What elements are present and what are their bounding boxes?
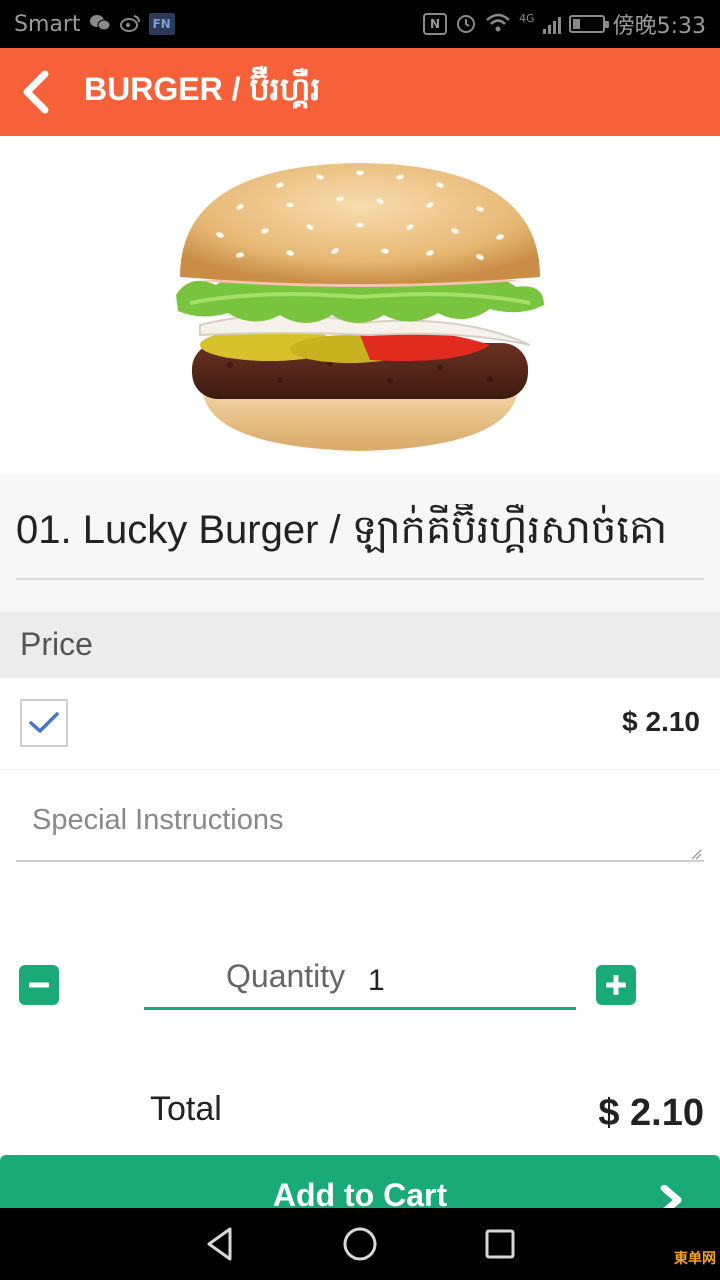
- burger-photo: [176, 163, 544, 451]
- home-circle-icon: [343, 1227, 377, 1261]
- divider: [16, 578, 704, 580]
- signal-icon: [542, 14, 561, 34]
- system-nav-bar: [0, 1208, 720, 1280]
- nav-back-button[interactable]: [196, 1220, 244, 1268]
- clock: 傍晚5:33: [612, 14, 706, 39]
- status-right: N 4G 傍晚5:33: [423, 8, 706, 40]
- quantity-increase-button[interactable]: [596, 965, 636, 1005]
- price-header-label: Price: [20, 626, 93, 662]
- item-title-section: 01. Lucky Burger / ឡាក់គីប៊ឺរហ្គឺរសាច់គោ: [0, 474, 720, 612]
- quantity-field[interactable]: Quantity 1: [144, 952, 576, 1010]
- watermark: 東单网: [670, 1248, 716, 1272]
- fn-app-icon: FN: [148, 13, 175, 35]
- chevron-left-icon: [23, 70, 49, 114]
- resize-handle-icon[interactable]: [690, 848, 702, 860]
- price-option-row[interactable]: $ 2.10: [0, 678, 720, 770]
- weibo-icon: [119, 13, 141, 36]
- recents-square-icon: [485, 1229, 515, 1259]
- nfc-icon: N: [423, 13, 448, 35]
- price-option-checkbox[interactable]: [20, 699, 68, 747]
- item-image: [0, 136, 720, 474]
- checkmark-icon: [29, 712, 59, 733]
- wechat-icon: [89, 13, 111, 36]
- back-button[interactable]: [0, 48, 72, 136]
- quantity-decrease-button[interactable]: [19, 965, 59, 1005]
- app-bar: BURGER / ប៊ឺរហ្គឺរ: [0, 48, 720, 136]
- total-label: Total: [150, 1090, 222, 1128]
- special-instructions-input[interactable]: [16, 790, 704, 862]
- back-triangle-icon: [207, 1227, 232, 1261]
- quantity-value[interactable]: 1: [368, 964, 385, 998]
- network-type-label: 4G: [519, 11, 535, 25]
- status-bar: Smart FN N 4G 傍晚5:33: [0, 0, 720, 48]
- carrier-label: Smart: [14, 11, 81, 37]
- page-title: BURGER / ប៊ឺរហ្គឺរ: [84, 70, 321, 107]
- item-title: 01. Lucky Burger / ឡាក់គីប៊ឺរហ្គឺរសាច់គោ: [16, 508, 668, 552]
- minus-icon: [29, 982, 49, 988]
- battery-level: [572, 19, 580, 29]
- quantity-label: Quantity: [226, 958, 346, 994]
- nav-recents-button[interactable]: [476, 1220, 524, 1268]
- alarm-icon: [455, 12, 477, 37]
- total-value: $ 2.10: [598, 1092, 704, 1134]
- battery-icon: [568, 15, 609, 33]
- app-screen: Smart FN N 4G 傍晚5:33 BURGER / ប៊ឺរហ្គឺរ …: [0, 0, 720, 1280]
- plus-icon: [606, 975, 626, 995]
- wifi-icon: [485, 13, 511, 36]
- price-option-value: $ 2.10: [622, 706, 700, 737]
- price-section-header: Price: [0, 612, 720, 678]
- nav-home-button[interactable]: [336, 1220, 384, 1268]
- status-left: Smart FN: [14, 12, 175, 37]
